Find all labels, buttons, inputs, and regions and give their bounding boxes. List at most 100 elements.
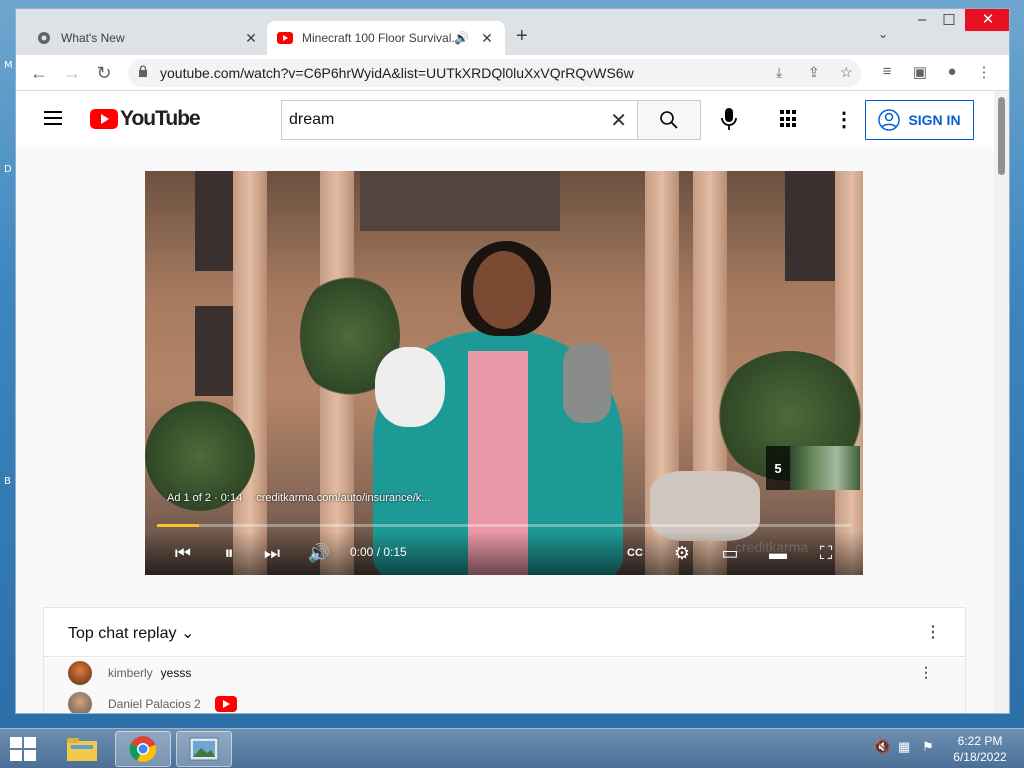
tab-minecraft-video[interactable]: Minecraft 100 Floor Survival... 🔊 ✕ [267, 21, 505, 55]
next-icon[interactable]: ⏭ [259, 541, 285, 565]
back-icon[interactable]: ← [27, 61, 51, 85]
chat-mode-dropdown[interactable]: Top chat replay ⌄ [68, 623, 194, 643]
chrome-taskbar-icon[interactable] [115, 731, 171, 767]
desktop-icon-label: M [4, 60, 13, 71]
minimize-icon[interactable]: – [907, 11, 937, 28]
close-window-icon[interactable]: ✕ [965, 9, 1009, 31]
taskbar-clock[interactable]: 6:22 PM 6/18/2022 [944, 733, 1016, 765]
bookmark-star-icon[interactable]: ☆ [840, 64, 853, 81]
profile-icon[interactable]: ● [941, 63, 963, 80]
video-scenery [375, 347, 445, 427]
chevron-down-icon: ⌄ [180, 625, 195, 642]
tab-label: Minecraft 100 Floor Survival... [302, 31, 455, 45]
chat-message[interactable]: kimberly yesss [68, 661, 191, 685]
media-control-icon[interactable]: ≡ [876, 63, 898, 80]
action-center-icon[interactable]: ⚑ [922, 739, 934, 755]
video-scenery [360, 171, 560, 231]
ad-link[interactable]: creditkarma.com/auto/insurance/k... [256, 492, 430, 504]
file-explorer-icon[interactable] [54, 731, 110, 767]
youtube-play-icon [90, 109, 118, 129]
message-more-icon[interactable]: ⋮ [919, 664, 933, 681]
next-ad-preview[interactable]: 5 [766, 446, 860, 490]
address-bar[interactable]: youtube.com/watch?v=C6P6hrWyidA&list=UUT… [128, 59, 861, 87]
url-text: youtube.com/watch?v=C6P6hrWyidA&list=UUT… [160, 65, 634, 81]
tab-whats-new[interactable]: What's New ✕ [26, 21, 269, 55]
forward-icon[interactable]: → [60, 61, 84, 85]
side-panel-icon[interactable]: ▣ [909, 63, 931, 81]
avatar [68, 661, 92, 685]
install-icon[interactable]: ⤓ [776, 64, 782, 81]
scrollbar-thumb[interactable] [998, 97, 1005, 175]
chat-header: Top chat replay ⌄ ⋮ [44, 608, 965, 657]
avatar [68, 692, 92, 713]
progress-bar[interactable] [157, 524, 851, 527]
sign-in-button[interactable]: SIGN IN [865, 100, 974, 140]
volume-icon[interactable]: 🔊 [306, 541, 332, 565]
youtube-logo[interactable]: YouTube [90, 107, 201, 131]
player-controls: ⏮ ⏸ ⏭ 🔊 0:00 / 0:15 CC ⚙ ▭ ▬ ⛶ [145, 531, 863, 575]
search-query: dream [289, 111, 335, 128]
desktop-icon-label: D [4, 164, 12, 175]
youtube-page: YouTube dream ✕ ⋮ SIGN IN Ad 1 of 2 · 0:… [16, 91, 994, 713]
clock-time: 6:22 PM [957, 734, 1003, 748]
progress-fill [157, 524, 199, 527]
fullscreen-icon[interactable]: ⛶ [813, 541, 839, 565]
clock-date: 6/18/2022 [953, 750, 1007, 764]
search-button[interactable] [637, 100, 701, 140]
previous-icon[interactable]: ⏮ [170, 541, 196, 565]
taskbar: 🔇 ▦ ⚑ 6:22 PM 6/18/2022 [0, 728, 1024, 768]
more-menu-icon[interactable]: ⋮ [973, 63, 995, 81]
maximize-icon[interactable]: ☐ [934, 11, 964, 29]
tab-label: What's New [61, 31, 125, 45]
image-viewer-icon[interactable] [176, 731, 232, 767]
volume-muted-icon[interactable]: 🔇 [874, 739, 890, 755]
time-display: 0:00 / 0:15 [350, 545, 407, 559]
search-icon [660, 111, 678, 129]
chat-replay-panel: Top chat replay ⌄ ⋮ kimberly yesss ⋮ Dan… [43, 607, 966, 713]
gear-icon[interactable]: ⚙ [669, 541, 695, 565]
chat-more-icon[interactable]: ⋮ [925, 622, 941, 642]
account-icon [878, 109, 901, 131]
chat-message[interactable]: Daniel Palacios 2 [68, 692, 237, 713]
youtube-badge-icon [214, 696, 237, 712]
video-scenery [563, 343, 611, 423]
ad-counter: Ad 1 of 2 · 0:14 [167, 492, 243, 504]
chat-title: Top chat replay [68, 625, 177, 642]
sign-in-label: SIGN IN [908, 112, 961, 128]
settings-menu-icon[interactable]: ⋮ [834, 107, 854, 132]
clear-search-icon[interactable]: ✕ [610, 108, 627, 133]
video-player[interactable]: Ad 1 of 2 · 0:14 creditkarma.com/auto/in… [145, 171, 863, 575]
reload-icon[interactable]: ↻ [92, 61, 116, 85]
page-scrollbar[interactable] [994, 91, 1009, 713]
youtube-logo-text: YouTube [120, 107, 201, 130]
miniplayer-icon[interactable]: ▭ [717, 541, 743, 565]
youtube-favicon-icon [277, 30, 293, 46]
pause-icon[interactable]: ⏸ [216, 541, 242, 565]
chevron-down-icon[interactable]: ⌄ [878, 27, 888, 41]
chrome-icon [36, 30, 52, 46]
youtube-header: YouTube dream ✕ ⋮ SIGN IN [16, 91, 994, 147]
close-icon[interactable]: ✕ [479, 30, 495, 47]
share-icon[interactable]: ⇪ [808, 64, 820, 81]
video-scenery [233, 171, 267, 575]
microphone-icon[interactable] [720, 107, 738, 131]
network-icon[interactable]: ▦ [898, 739, 910, 755]
close-icon[interactable]: ✕ [243, 30, 259, 47]
apps-grid-icon[interactable] [780, 110, 798, 128]
ad-info: Ad 1 of 2 · 0:14 creditkarma.com/auto/in… [167, 492, 430, 504]
new-tab-icon[interactable]: + [516, 25, 528, 48]
video-scenery [195, 306, 235, 396]
browser-toolbar: ← → ↻ youtube.com/watch?v=C6P6hrWyidA&li… [16, 55, 1009, 91]
captions-icon[interactable]: CC [622, 541, 648, 565]
preview-thumbnail [790, 446, 860, 490]
windows-start-icon[interactable] [10, 737, 38, 761]
theater-mode-icon[interactable]: ▬ [765, 541, 791, 565]
search-input[interactable]: dream ✕ [281, 100, 638, 140]
hamburger-menu-icon[interactable] [44, 111, 62, 129]
browser-window: What's New ✕ Minecraft 100 Floor Surviva… [15, 8, 1010, 714]
chat-author: kimberly [108, 666, 153, 680]
tab-strip: What's New ✕ Minecraft 100 Floor Surviva… [16, 9, 1009, 55]
chat-author: Daniel Palacios 2 [108, 697, 201, 711]
desktop-icon-label: B [4, 476, 11, 487]
speaker-icon[interactable]: 🔊 [454, 31, 469, 45]
